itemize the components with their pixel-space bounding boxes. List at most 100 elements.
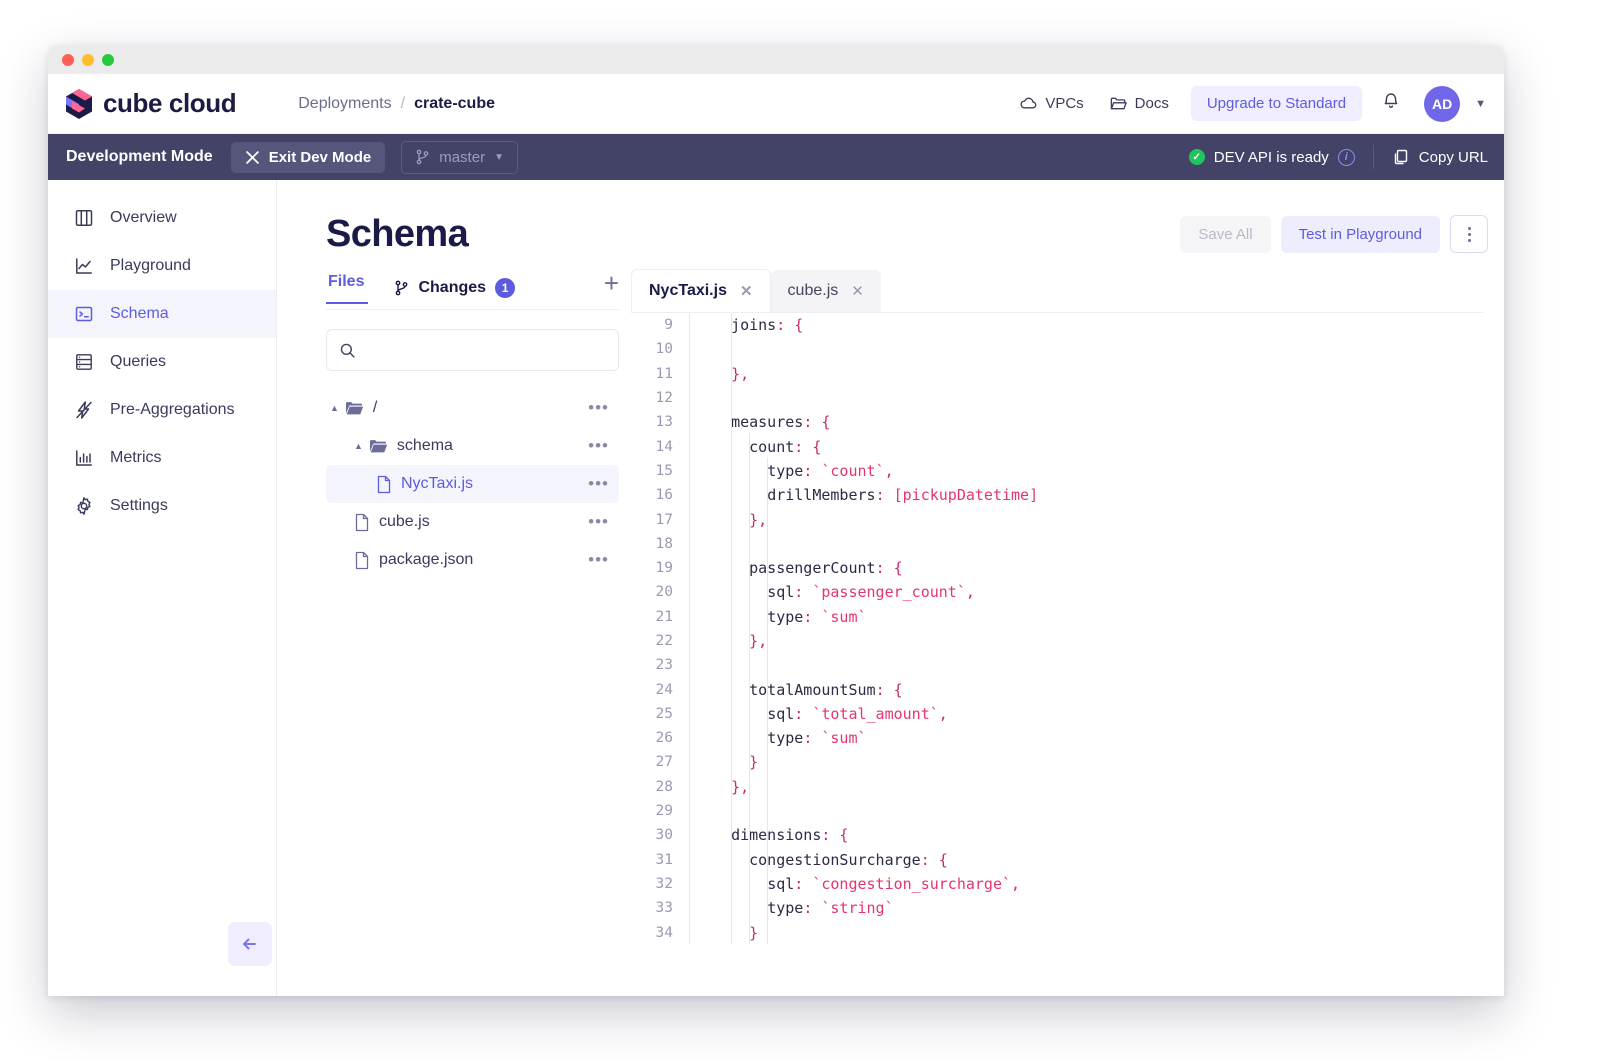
notifications-button[interactable] bbox=[1373, 85, 1409, 122]
bolt-icon bbox=[76, 401, 92, 419]
close-icon[interactable]: ✕ bbox=[740, 282, 753, 300]
line-number: 24 bbox=[655, 681, 673, 698]
code-line: 25 sql: `total_amount`, bbox=[631, 701, 1484, 727]
folder-open-icon bbox=[345, 402, 364, 415]
sidebar-item-metrics[interactable]: Metrics bbox=[48, 434, 276, 482]
header-actions: VPCs Docs Upgrade to Standard AD ▼ bbox=[1010, 85, 1486, 122]
exit-dev-mode-button[interactable]: Exit Dev Mode bbox=[230, 141, 386, 173]
more-options-button[interactable] bbox=[1450, 215, 1488, 253]
git-branch-icon bbox=[396, 280, 408, 295]
code-text: drillMembers: [pickupDatetime] bbox=[767, 486, 1039, 505]
chevron-down-icon[interactable]: ▼ bbox=[1475, 98, 1486, 110]
file-search-box[interactable] bbox=[326, 329, 619, 371]
exit-dev-mode-label: Exit Dev Mode bbox=[268, 148, 372, 166]
tree-row-cube-js[interactable]: cube.js ••• bbox=[326, 503, 619, 541]
gutter-divider bbox=[689, 653, 690, 678]
close-icon[interactable]: ✕ bbox=[851, 282, 864, 300]
indent-guide bbox=[767, 457, 769, 944]
caret-down-icon[interactable]: ▲ bbox=[354, 441, 363, 451]
schema-workspace: Files Changes 1 + ▲ / ••• ▲ schema ••• N… bbox=[297, 266, 1504, 996]
code-text: dimensions: { bbox=[731, 826, 849, 845]
upgrade-to-standard-button[interactable]: Upgrade to Standard bbox=[1190, 86, 1363, 121]
development-mode-bar: Development Mode Exit Dev Mode master ▼ … bbox=[48, 134, 1504, 180]
dot bbox=[1467, 232, 1471, 236]
editor-tab-cube-js[interactable]: cube.js ✕ bbox=[770, 270, 881, 312]
check-circle-icon: ✓ bbox=[1188, 149, 1205, 165]
code-line: 17 }, bbox=[631, 507, 1484, 532]
sidebar-item-schema[interactable]: Schema bbox=[48, 290, 276, 338]
divider bbox=[1372, 145, 1374, 169]
code-line: 9 joins: { bbox=[631, 313, 1484, 338]
code-editor[interactable]: 9 joins: {10 11 }, 12 13 measures: {14 coun… bbox=[631, 312, 1484, 944]
window-maximize-button[interactable] bbox=[102, 53, 114, 66]
save-all-button[interactable]: Save All bbox=[1180, 215, 1271, 253]
page-header-actions: Save All Test in Playground bbox=[1180, 215, 1488, 253]
tree-row-package-json[interactable]: package.json ••• bbox=[326, 541, 619, 579]
tab-files[interactable]: Files bbox=[326, 273, 369, 304]
sidebar-item-overview[interactable]: Overview bbox=[48, 194, 276, 242]
tree-row-schema[interactable]: ▲ schema ••• bbox=[326, 427, 619, 465]
code-text: } bbox=[749, 923, 759, 942]
vpcs-link[interactable]: VPCs bbox=[1010, 88, 1092, 119]
indent-guide bbox=[731, 313, 733, 944]
code-line: 26 type: `sum` bbox=[631, 726, 1484, 751]
code-text: sql: `total_amount`, bbox=[767, 704, 948, 723]
breadcrumb-deployments[interactable]: Deployments bbox=[298, 95, 391, 113]
sidebar-item-label: Playground bbox=[110, 257, 191, 274]
code-text: }, bbox=[749, 632, 768, 650]
file-search-input[interactable] bbox=[366, 341, 606, 359]
caret-down-icon[interactable]: ▲ bbox=[330, 403, 339, 413]
code-line: 31 congestionSurcharge: { bbox=[631, 847, 1484, 872]
docs-link[interactable]: Docs bbox=[1100, 88, 1178, 119]
chart-line-icon bbox=[76, 258, 92, 274]
editor-tab-nyctaxi-js[interactable]: NycTaxi.js ✕ bbox=[631, 269, 771, 312]
window-minimize-button[interactable] bbox=[82, 53, 94, 66]
collapse-sidebar-button[interactable] bbox=[228, 922, 272, 966]
sidebar-item-pre-aggregations[interactable]: Pre-Aggregations bbox=[48, 386, 276, 434]
cube-logo-icon bbox=[66, 88, 92, 119]
avatar[interactable]: AD bbox=[1424, 85, 1461, 122]
close-icon bbox=[245, 150, 259, 164]
branch-selector[interactable]: master ▼ bbox=[401, 140, 518, 174]
tree-label: schema bbox=[396, 437, 453, 454]
code-line: 16 drillMembers: [pickupDatetime] bbox=[631, 483, 1484, 508]
folder-icon bbox=[1110, 97, 1127, 110]
copy-url-button[interactable]: Copy URL bbox=[1392, 148, 1488, 166]
line-number: 12 bbox=[655, 390, 673, 407]
tree-row-menu-button[interactable]: ••• bbox=[588, 398, 609, 418]
server-icon bbox=[76, 354, 92, 370]
dot bbox=[1467, 226, 1471, 230]
brand-logo-link[interactable]: cube cloud bbox=[64, 88, 237, 120]
tree-row-nyctaxi-js[interactable]: NycTaxi.js ••• bbox=[326, 465, 619, 503]
code-line: 32 sql: `congestion_surcharge`, bbox=[631, 871, 1484, 897]
line-number: 26 bbox=[655, 730, 673, 747]
test-in-playground-button[interactable]: Test in Playground bbox=[1280, 215, 1440, 253]
window-close-button[interactable] bbox=[62, 53, 74, 66]
code-text: count: { bbox=[749, 437, 822, 456]
files-panel-tabs: Files Changes 1 + bbox=[326, 266, 619, 310]
sidebar-item-label: Schema bbox=[110, 305, 169, 322]
tree-row-menu-button[interactable]: ••• bbox=[588, 436, 609, 456]
sidebar-item-queries[interactable]: Queries bbox=[48, 338, 276, 386]
tree-label: package.json bbox=[379, 551, 474, 568]
code-line: 33 type: `string` bbox=[631, 896, 1484, 921]
code-text: }, bbox=[749, 510, 768, 529]
development-mode-label: Development Mode bbox=[66, 148, 213, 165]
tree-row-menu-button[interactable]: ••• bbox=[588, 474, 609, 494]
code-line: 20 sql: `passenger_count`, bbox=[631, 580, 1484, 605]
code-editor-panel: NycTaxi.js ✕ cube.js ✕ 9 joins: {10 11 },… bbox=[631, 266, 1504, 996]
editor-tab-label: cube.js bbox=[787, 282, 839, 299]
folder-open-icon bbox=[369, 440, 388, 453]
tree-row-menu-button[interactable]: ••• bbox=[588, 512, 609, 532]
tree-row-root[interactable]: ▲ / ••• bbox=[326, 389, 619, 427]
changes-count-badge: 1 bbox=[495, 277, 516, 298]
terminal-icon bbox=[75, 306, 93, 322]
tree-row-menu-button[interactable]: ••• bbox=[588, 550, 609, 570]
sidebar-item-settings[interactable]: Settings bbox=[48, 482, 276, 530]
sidebar-item-playground[interactable]: Playground bbox=[48, 242, 276, 290]
info-icon[interactable]: i bbox=[1337, 148, 1355, 166]
code-line: 15 type: `count`, bbox=[631, 458, 1484, 484]
line-number: 22 bbox=[655, 633, 673, 649]
tab-changes[interactable]: Changes 1 bbox=[394, 277, 516, 298]
add-file-button[interactable]: + bbox=[604, 268, 619, 307]
